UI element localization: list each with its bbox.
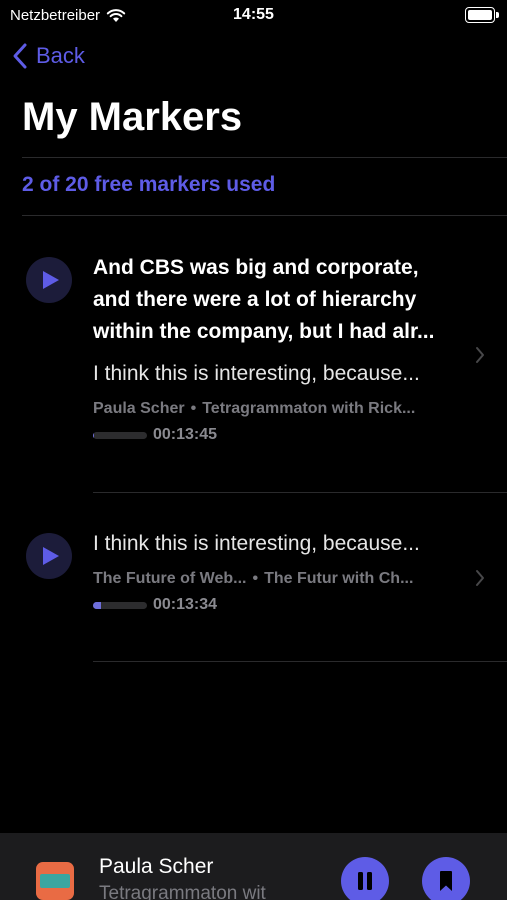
marker-timestamp: 00:13:34 xyxy=(153,596,218,613)
status-bar: Netzbetreiber 14:55 xyxy=(0,0,507,32)
bookmark-icon xyxy=(440,871,452,891)
now-playing-subtitle: Tetragrammaton wit xyxy=(99,883,266,900)
back-button[interactable]: Back xyxy=(12,42,85,70)
marker-meta: Paula Scher • Tetragrammaton with Rick... xyxy=(93,400,416,417)
usage-divider xyxy=(22,215,507,216)
marker-episode: Tetragrammaton with Rick... xyxy=(202,400,416,417)
marker-quote: And CBS was big and corporate, and there… xyxy=(93,256,435,343)
mini-player[interactable]: Paula Scher Tetragrammaton wit xyxy=(0,833,507,900)
marker-note: I think this is interesting, because... xyxy=(93,362,420,385)
play-button[interactable] xyxy=(26,257,72,303)
play-icon xyxy=(42,271,59,289)
marker-row[interactable]: I think this is interesting, because... … xyxy=(0,493,507,661)
chevron-left-icon xyxy=(13,43,27,69)
row-divider xyxy=(93,661,507,662)
marker-note: I think this is interesting, because... xyxy=(93,532,420,555)
back-label: Back xyxy=(36,43,85,68)
marker-guest: Paula Scher xyxy=(93,400,185,417)
play-icon xyxy=(42,547,59,565)
marker-meta: The Future of Web... • The Futur with Ch..… xyxy=(93,570,414,587)
progress-bar xyxy=(93,601,147,609)
marker-guest: The Future of Web... xyxy=(93,570,247,587)
marker-episode: The Futur with Ch... xyxy=(264,570,414,587)
usage-counter: 2 of 20 free markers used xyxy=(22,173,276,196)
add-marker-button[interactable] xyxy=(422,857,470,900)
pause-icon xyxy=(358,872,372,890)
marker-timestamp: 00:13:45 xyxy=(153,426,218,443)
battery-icon xyxy=(465,7,499,23)
now-playing-title: Paula Scher xyxy=(99,855,214,878)
chevron-right-icon xyxy=(476,570,484,586)
chevron-right-icon xyxy=(476,347,484,363)
marker-content: And CBS was big and corporate, and there… xyxy=(93,252,457,444)
marker-content: I think this is interesting, because... … xyxy=(93,528,457,614)
clock: 14:55 xyxy=(233,6,274,23)
page-title: My Markers xyxy=(22,95,243,139)
marker-row[interactable]: And CBS was big and corporate, and there… xyxy=(0,240,507,492)
progress-bar xyxy=(93,431,147,439)
episode-artwork xyxy=(36,862,74,900)
marker-progress: 00:13:34 xyxy=(93,596,457,614)
pause-button[interactable] xyxy=(341,857,389,900)
title-divider xyxy=(22,157,507,158)
play-button[interactable] xyxy=(26,533,72,579)
marker-progress: 00:13:45 xyxy=(93,426,457,444)
